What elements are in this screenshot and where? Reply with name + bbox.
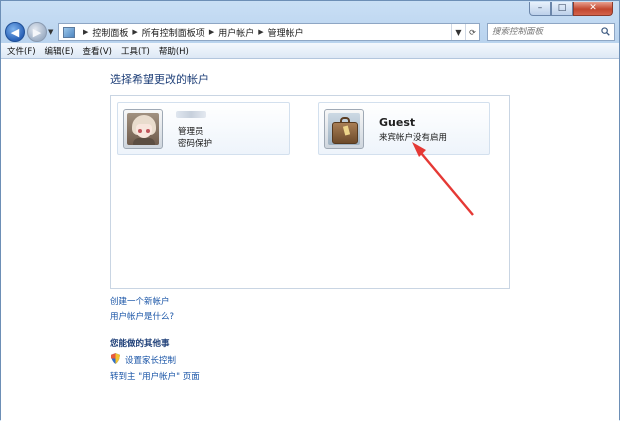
user-accounts-home-link[interactable]: 转到主 "用户帐户" 页面 xyxy=(110,370,200,382)
shield-icon xyxy=(111,353,120,364)
breadcrumb-control-panel[interactable]: 控制面板 xyxy=(92,26,128,39)
parental-controls-link[interactable]: 设置家长控制 xyxy=(125,354,176,366)
minimize-button[interactable]: – xyxy=(529,2,551,16)
page-title: 选择希望更改的帐户 xyxy=(110,73,209,86)
close-button[interactable]: ✕ xyxy=(573,2,613,16)
control-panel-window: – □ ✕ ◀ ▶ ▼ ▶ 控制面板 ▶ 所有控制面板项 ▶ 用户帐户 ▶ 管理… xyxy=(0,0,620,421)
address-bar: ◀ ▶ ▼ ▶ 控制面板 ▶ 所有控制面板项 ▶ 用户帐户 ▶ 管理帐户 ▼ ⟳ xyxy=(5,21,615,43)
menu-view[interactable]: 查看(V) xyxy=(83,45,112,57)
anime-avatar-icon xyxy=(127,113,159,145)
avatar xyxy=(123,109,163,149)
other-tasks-heading: 您能做的其他事 xyxy=(110,339,170,349)
what-is-account-link[interactable]: 用户帐户是什么? xyxy=(110,310,174,322)
account-role: 管理员 xyxy=(178,127,204,137)
menu-tools[interactable]: 工具(T) xyxy=(121,45,150,57)
create-account-link[interactable]: 创建一个新帐户 xyxy=(110,295,170,307)
briefcase-avatar-icon xyxy=(328,113,360,145)
refresh-icon[interactable]: ⟳ xyxy=(465,24,479,40)
address-field[interactable]: ▶ 控制面板 ▶ 所有控制面板项 ▶ 用户帐户 ▶ 管理帐户 ▼ ⟳ xyxy=(58,23,480,41)
menu-help[interactable]: 帮助(H) xyxy=(159,45,189,57)
search-input[interactable] xyxy=(492,27,600,37)
forward-button[interactable]: ▶ xyxy=(27,22,47,42)
address-dropdown-icon[interactable]: ▼ xyxy=(451,24,465,40)
recent-pages-dropdown-icon[interactable]: ▼ xyxy=(48,28,53,36)
title-bar: – □ ✕ xyxy=(1,1,619,23)
control-panel-icon xyxy=(63,26,75,38)
account-card-guest[interactable]: Guest 来宾帐户没有启用 xyxy=(318,102,490,155)
back-button[interactable]: ◀ xyxy=(5,22,25,42)
caption-buttons: – □ ✕ xyxy=(529,2,613,16)
menu-edit[interactable]: 编辑(E) xyxy=(45,45,74,57)
menu-file[interactable]: 文件(F) xyxy=(7,45,36,57)
chevron-right-icon[interactable]: ▶ xyxy=(209,28,214,36)
search-box[interactable] xyxy=(487,23,615,41)
breadcrumb-manage-accounts[interactable]: 管理帐户 xyxy=(268,26,304,39)
accounts-panel: 管理员 密码保护 Guest 来宾帐户没有启用 xyxy=(110,95,510,289)
breadcrumb-user-accounts[interactable]: 用户帐户 xyxy=(218,26,254,39)
account-name: Guest xyxy=(379,116,416,129)
account-detail: 来宾帐户没有启用 xyxy=(379,133,448,143)
search-icon[interactable] xyxy=(601,27,610,36)
chevron-right-icon[interactable]: ▶ xyxy=(132,28,137,36)
account-name-blurred xyxy=(176,111,206,118)
breadcrumb-all-items[interactable]: 所有控制面板项 xyxy=(142,26,205,39)
account-card-admin[interactable]: 管理员 密码保护 xyxy=(117,102,290,155)
account-detail: 密码保护 xyxy=(178,139,213,149)
main-content: 选择希望更改的帐户 管理员 密码保护 Guest 来宾帐户没有启用 创建一个新帐… xyxy=(1,59,619,421)
chevron-right-icon[interactable]: ▶ xyxy=(258,28,263,36)
avatar xyxy=(324,109,364,149)
menu-bar: 文件(F) 编辑(E) 查看(V) 工具(T) 帮助(H) xyxy=(1,43,619,59)
maximize-button[interactable]: □ xyxy=(551,2,573,16)
chevron-right-icon[interactable]: ▶ xyxy=(83,28,88,36)
